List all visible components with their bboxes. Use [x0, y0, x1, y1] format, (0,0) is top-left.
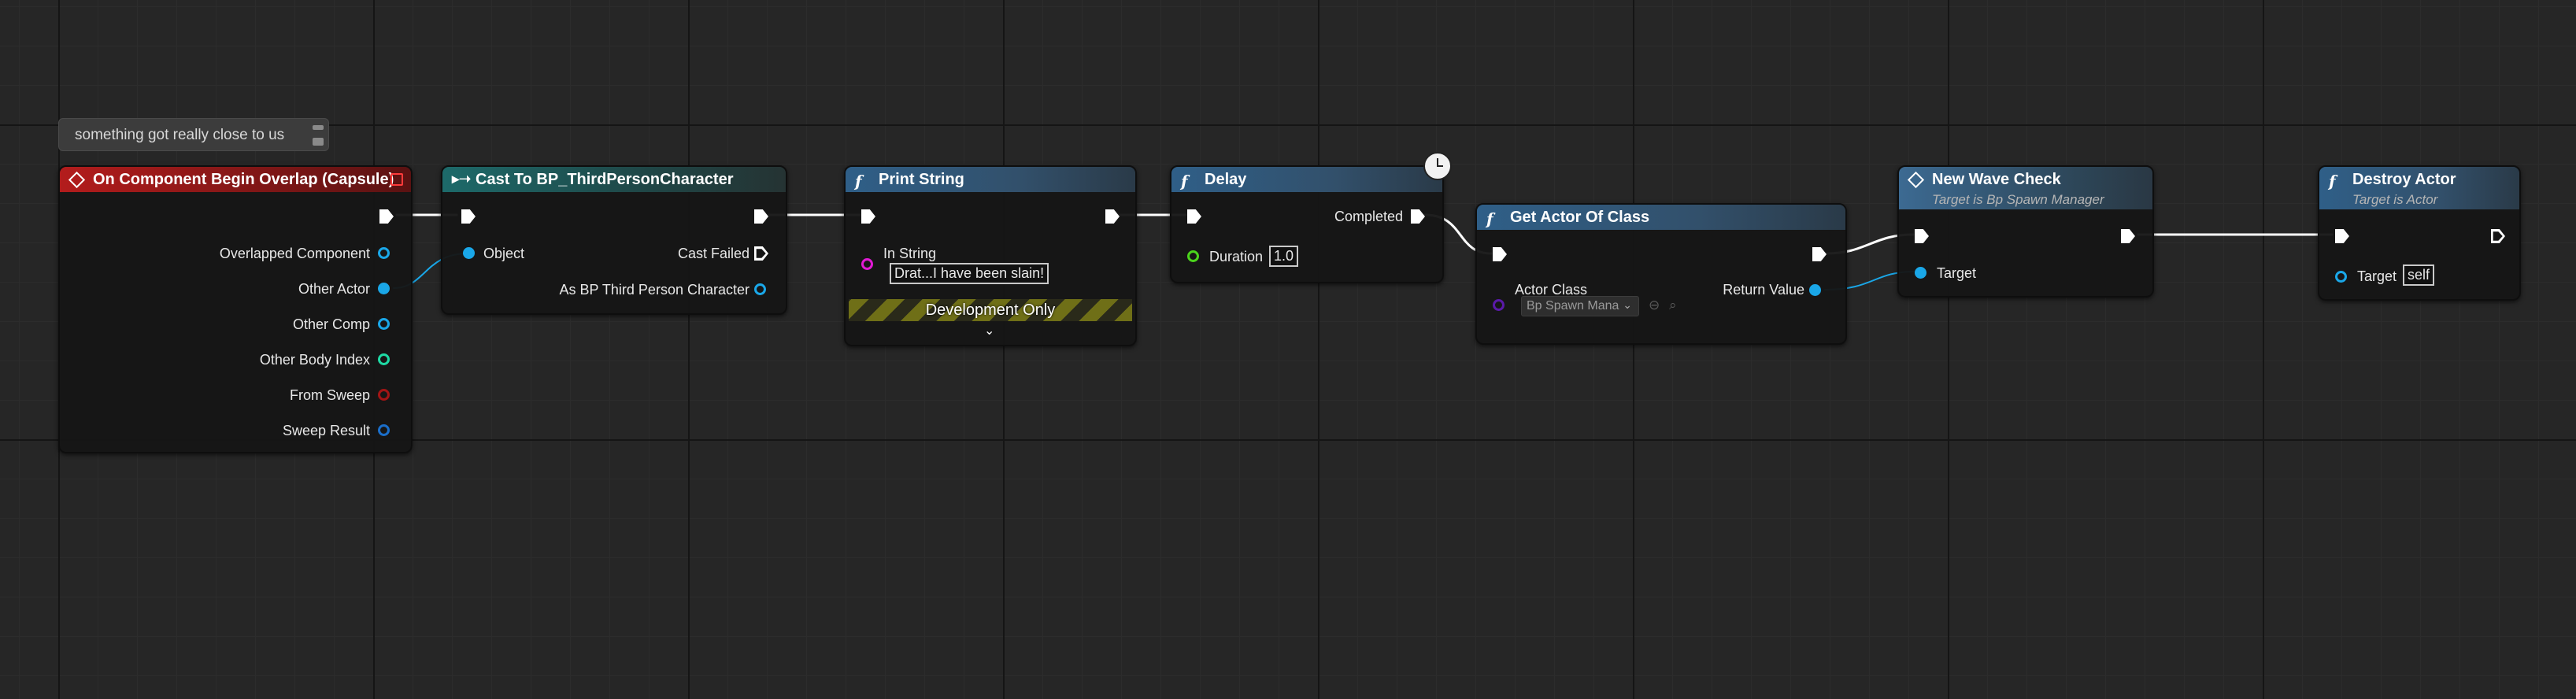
- exec-out-pin[interactable]: [754, 209, 768, 224]
- target-self-input[interactable]: self: [2403, 264, 2435, 286]
- object-pin-object[interactable]: [463, 247, 475, 259]
- object-pin-target[interactable]: [2335, 271, 2347, 283]
- comment-bubble[interactable]: something got really close to us: [58, 118, 329, 151]
- pin-label-target: Target: [2357, 268, 2397, 284]
- browse-magnifier-icon[interactable]: ⌕: [1669, 298, 1677, 313]
- node-subtitle: Target is Bp Spawn Manager: [1932, 192, 2104, 207]
- event-diamond-icon: [68, 171, 86, 189]
- node-header: New Wave Check Target is Bp Spawn Manage…: [1899, 167, 2152, 209]
- exec-in-pin[interactable]: [1493, 247, 1507, 261]
- exec-in-pin[interactable]: [1915, 229, 1929, 243]
- node-get-actor-of-class[interactable]: f Get Actor Of Class Actor Class Bp Spaw…: [1475, 203, 1847, 345]
- comment-pin-icon[interactable]: [313, 124, 324, 146]
- struct-pin-sweep-result[interactable]: [378, 424, 390, 436]
- string-pin-in-string[interactable]: [861, 258, 873, 270]
- exec-out-cast-failed-pin[interactable]: [754, 246, 768, 261]
- function-icon: f: [2329, 172, 2336, 190]
- node-title: Cast To BP_ThirdPersonCharacter: [476, 171, 734, 188]
- function-icon: f: [855, 172, 862, 190]
- node-header: f Destroy Actor Target is Actor: [2319, 167, 2519, 209]
- pin-label-cast-failed: Cast Failed: [677, 246, 749, 261]
- exec-in-pin[interactable]: [2335, 229, 2349, 243]
- actor-class-select[interactable]: Bp Spawn Mana ⌄: [1521, 296, 1639, 316]
- function-icon: f: [1486, 209, 1493, 228]
- node-title: Delay: [1205, 171, 1247, 188]
- node-title: New Wave Check: [1932, 171, 2061, 188]
- node-header: f Print String: [846, 167, 1135, 192]
- actor-class-select-value: Bp Spawn Mana: [1527, 299, 1619, 313]
- pin-label-other-body-index: Other Body Index: [259, 352, 370, 368]
- node-header: f Get Actor Of Class: [1477, 205, 1845, 230]
- node-header: ▸➝ Cast To BP_ThirdPersonCharacter: [442, 167, 786, 192]
- node-delay[interactable]: f Delay Completed Duration 1.0: [1170, 165, 1444, 283]
- clock-icon: [1423, 152, 1452, 180]
- float-pin-duration[interactable]: [1187, 250, 1199, 262]
- development-only-banner: Development Only: [849, 299, 1132, 321]
- comment-text: something got really close to us: [75, 127, 285, 143]
- bool-pin-from-sweep[interactable]: [378, 389, 390, 401]
- object-pin-other-actor[interactable]: [378, 283, 390, 294]
- chevron-down-icon: ⌄: [1623, 298, 1632, 311]
- node-title: Destroy Actor: [2352, 171, 2456, 188]
- pin-label-other-actor: Other Actor: [298, 281, 370, 297]
- pin-label-duration: Duration: [1209, 249, 1264, 264]
- pin-label-other-comp: Other Comp: [292, 316, 370, 332]
- exec-out-pin[interactable]: [1105, 209, 1120, 224]
- node-header: f Delay: [1171, 167, 1442, 192]
- object-pin-overlapped-component[interactable]: [378, 247, 390, 259]
- event-diamond-icon: [1907, 171, 1925, 189]
- exec-out-pin[interactable]: [1812, 247, 1827, 261]
- object-pin-target[interactable]: [1915, 267, 1926, 279]
- node-destroy-actor[interactable]: f Destroy Actor Target is Actor Target s…: [2318, 165, 2521, 301]
- expand-chevron-icon[interactable]: ⌄: [984, 323, 994, 338]
- exec-out-pin[interactable]: [2491, 229, 2505, 243]
- pin-label-return-value: Return Value: [1723, 282, 1804, 298]
- use-selected-asset-icon[interactable]: ⊖: [1649, 298, 1660, 313]
- pin-label-completed: Completed: [1334, 209, 1403, 224]
- exec-in-pin[interactable]: [1187, 209, 1201, 224]
- pin-label-overlapped-component: Overlapped Component: [219, 246, 370, 261]
- exec-out-completed-pin[interactable]: [1411, 209, 1425, 224]
- exec-out-pin[interactable]: [379, 209, 394, 224]
- pin-label-from-sweep: From Sweep: [289, 387, 370, 403]
- pin-label-target: Target: [1937, 265, 1977, 281]
- pin-label-object: Object: [483, 246, 525, 261]
- node-print-string[interactable]: f Print String In String Drat...I have b…: [844, 165, 1137, 346]
- node-cast-to-bp-thirdpersoncharacter[interactable]: ▸➝ Cast To BP_ThirdPersonCharacter Objec…: [441, 165, 787, 315]
- cast-arrow-icon: ▸➝: [452, 171, 472, 187]
- in-string-input[interactable]: Drat...I have been slain!: [890, 263, 1049, 284]
- duration-input[interactable]: 1.0: [1269, 246, 1299, 267]
- pin-label-as-bp-third-person-character: As BP Third Person Character: [559, 282, 749, 298]
- exec-in-pin[interactable]: [861, 209, 875, 224]
- exec-out-pin[interactable]: [2121, 229, 2135, 243]
- exec-in-pin[interactable]: [461, 209, 476, 224]
- node-title: Get Actor Of Class: [1510, 209, 1650, 226]
- int-pin-other-body-index[interactable]: [378, 353, 390, 365]
- node-title: Print String: [879, 171, 964, 188]
- object-pin-return-value[interactable]: [1809, 284, 1821, 296]
- node-title: On Component Begin Overlap (Capsule): [93, 171, 394, 188]
- object-pin-as-bp-third-person-character[interactable]: [754, 283, 766, 295]
- object-pin-other-comp[interactable]: [378, 318, 390, 330]
- delegate-pin-icon[interactable]: [390, 173, 403, 186]
- node-header: On Component Begin Overlap (Capsule): [60, 167, 411, 192]
- function-icon: f: [1181, 172, 1188, 190]
- pin-label-in-string: In String: [883, 246, 937, 261]
- node-subtitle: Target is Actor: [2352, 192, 2438, 207]
- pin-label-sweep-result: Sweep Result: [282, 423, 370, 438]
- class-pin-actor-class[interactable]: [1493, 299, 1505, 311]
- node-new-wave-check[interactable]: New Wave Check Target is Bp Spawn Manage…: [1897, 165, 2154, 298]
- node-on-component-begin-overlap[interactable]: On Component Begin Overlap (Capsule) Ove…: [58, 165, 413, 453]
